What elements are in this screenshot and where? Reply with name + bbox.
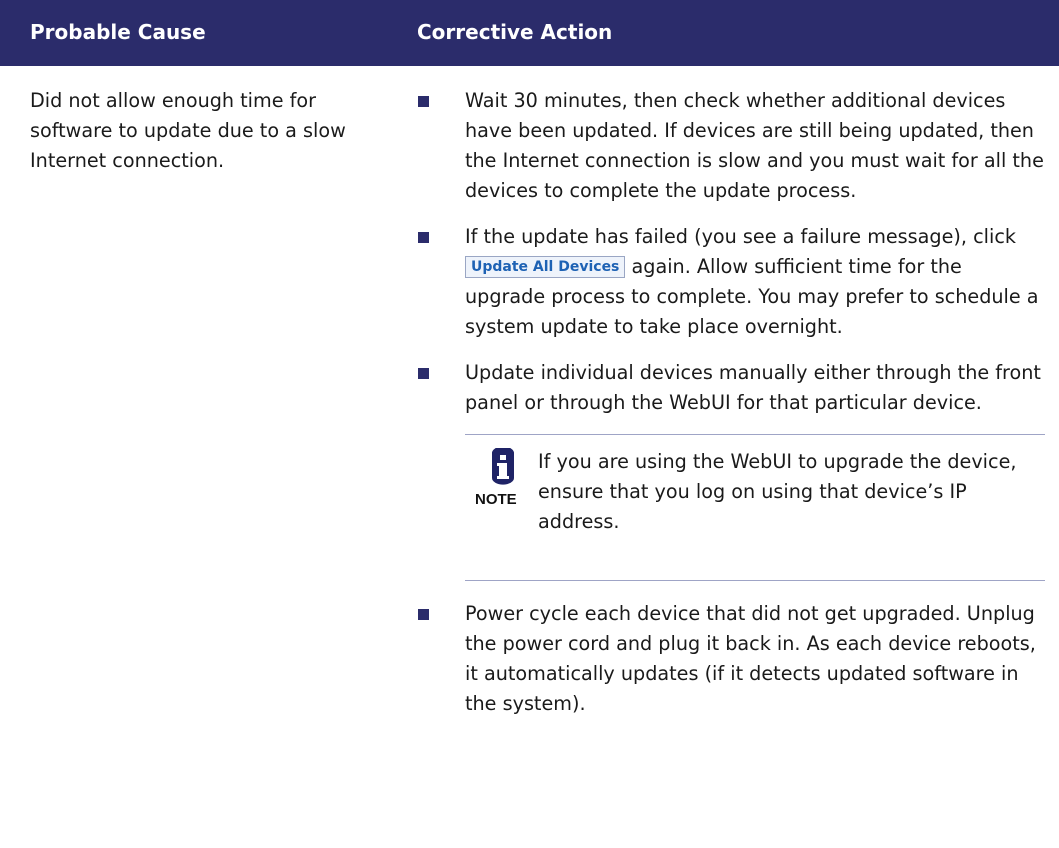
action-text: Wait 30 minutes, then check whether addi… [465, 89, 1044, 202]
action-text: If the update has failed (you see a fail… [465, 222, 1048, 342]
action-item-power-cycle: Power cycle each device that did not get… [418, 599, 1048, 719]
table-header: Probable Cause Corrective Action [0, 0, 1059, 66]
probable-cause-text: Did not allow enough time for software t… [30, 89, 346, 172]
action-text: Update individual devices manually eithe… [465, 361, 1041, 414]
action-text: Power cycle each device that did not get… [465, 602, 1036, 715]
update-all-devices-button[interactable]: Update All Devices [465, 256, 626, 278]
header-corrective-action: Corrective Action [417, 20, 613, 44]
note-block: NOTE If you are using the WebUI to upgra… [465, 434, 1045, 581]
note-label: NOTE [475, 491, 517, 508]
bullet-icon [418, 232, 429, 243]
action-item-retry: If the update has failed (you see a fail… [418, 222, 1048, 342]
info-icon: NOTE [473, 446, 529, 512]
bullet-icon [418, 368, 429, 379]
troubleshooting-table: Probable Cause Corrective Action Did not… [0, 0, 1059, 848]
header-probable-cause: Probable Cause [30, 20, 206, 44]
action-text-before: If the update has failed (you see a fail… [465, 225, 1016, 248]
note-text: If you are using the WebUI to upgrade th… [538, 450, 1017, 533]
bullet-icon [418, 96, 429, 107]
action-item-wait: Wait 30 minutes, then check whether addi… [418, 86, 1048, 206]
bullet-icon [418, 609, 429, 620]
action-item-manual: Update individual devices manually eithe… [418, 358, 1048, 418]
